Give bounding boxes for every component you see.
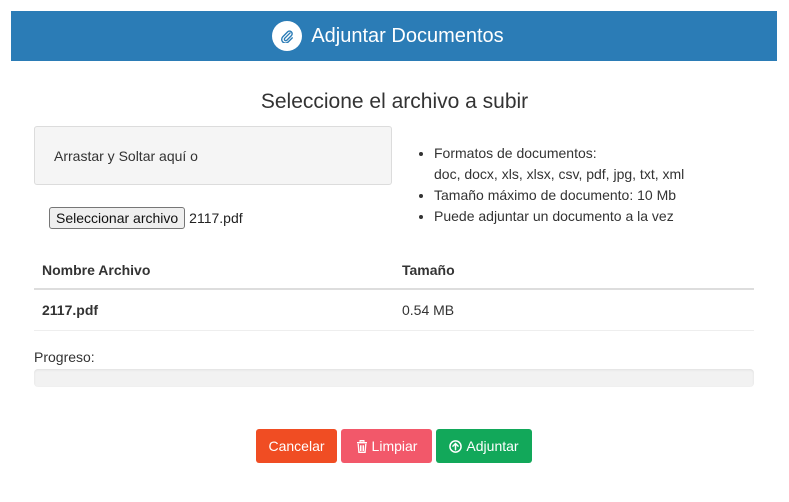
info-item-formats: Formatos de documentos: doc, docx, xls, …	[434, 143, 684, 185]
table-header: Nombre Archivo Tamaño	[34, 252, 754, 290]
clear-button[interactable]: Limpiar	[341, 429, 432, 463]
header-title: Adjuntar Documentos	[311, 24, 504, 47]
progress-bar	[34, 369, 754, 387]
header-bar: Adjuntar Documentos	[11, 11, 777, 61]
action-buttons: Cancelar Limpiar Adjuntar	[256, 429, 536, 463]
selected-file-name: 2117.pdf	[189, 210, 243, 226]
info-list: Formatos de documentos: doc, docx, xls, …	[415, 143, 684, 227]
drop-zone[interactable]: Arrastar y Soltar aquí o	[34, 126, 392, 185]
file-input: Seleccionar archivo 2117.pdf	[49, 207, 243, 229]
trash-icon	[356, 439, 367, 453]
info-item-max-size: Tamaño máximo de documento: 10 Mb	[434, 185, 684, 206]
paperclip-icon	[272, 21, 303, 51]
drop-zone-label: Arrastar y Soltar aquí o	[54, 147, 198, 164]
progress-label: Progreso:	[34, 349, 95, 365]
header-filename: Nombre Archivo	[42, 262, 151, 278]
page-title: Seleccione el archivo a subir	[260, 90, 529, 113]
file-name-cell: 2117.pdf	[42, 302, 99, 318]
files-table: Nombre Archivo Tamaño 2117.pdf 0.54 MB	[34, 252, 754, 331]
attach-button[interactable]: Adjuntar	[436, 429, 532, 463]
info-item-single: Puede adjuntar un documento a la vez	[434, 206, 684, 227]
table-row: 2117.pdf 0.54 MB	[34, 290, 754, 331]
file-size-cell: 0.54 MB	[402, 302, 455, 318]
upload-circle-icon	[449, 439, 463, 453]
select-file-button[interactable]: Seleccionar archivo	[49, 207, 186, 229]
header-size: Tamaño	[402, 262, 455, 278]
cancel-button[interactable]: Cancelar	[256, 429, 337, 463]
